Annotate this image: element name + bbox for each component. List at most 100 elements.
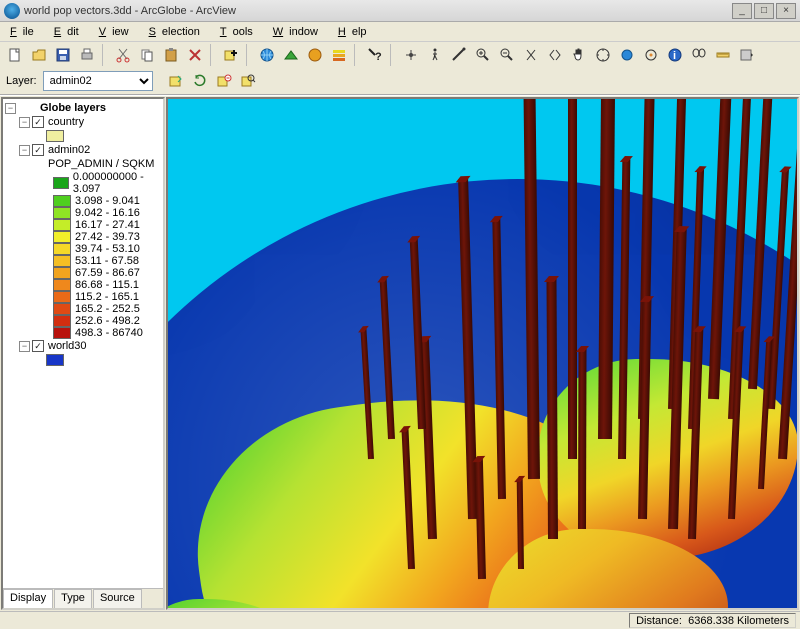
main-area: − Globe layers −country−admin02POP_ADMIN…: [0, 95, 800, 611]
tools-dropdown-icon[interactable]: [736, 44, 758, 66]
paste-icon[interactable]: [160, 44, 182, 66]
menu-window[interactable]: Window: [267, 24, 330, 40]
maximize-button[interactable]: □: [754, 3, 774, 19]
menu-view[interactable]: View: [93, 24, 141, 40]
population-bar: [380, 279, 395, 439]
expander-icon[interactable]: −: [19, 145, 30, 156]
class-swatch: [53, 279, 71, 291]
zoom-out-icon[interactable]: [496, 44, 518, 66]
tab-type[interactable]: Type: [54, 589, 92, 608]
tab-display[interactable]: Display: [3, 589, 53, 608]
full-extent-icon[interactable]: [616, 44, 638, 66]
expander-icon[interactable]: −: [19, 117, 30, 128]
population-bar: [522, 97, 540, 479]
population-bar: [410, 239, 426, 429]
find-icon[interactable]: [688, 44, 710, 66]
menu-edit[interactable]: Edit: [48, 24, 91, 40]
class-range: 3.098 - 9.041: [75, 195, 140, 207]
class-range: 0.000000000 - 3.097: [73, 171, 161, 195]
tab-source[interactable]: Source: [93, 589, 142, 608]
title-bar: world pop vectors.3dd - ArcGlobe - ArcVi…: [0, 0, 800, 22]
minimize-button[interactable]: _: [732, 3, 752, 19]
population-bar: [360, 329, 374, 459]
expander-icon[interactable]: −: [5, 103, 16, 114]
toc-panel: − Globe layers −country−admin02POP_ADMIN…: [1, 97, 165, 610]
layer-name[interactable]: world30: [46, 340, 87, 352]
new-icon[interactable]: [4, 44, 26, 66]
expander-icon[interactable]: −: [19, 341, 30, 352]
svg-text:?: ?: [375, 51, 382, 63]
narrow-fov-icon[interactable]: [520, 44, 542, 66]
class-swatch: [53, 303, 71, 315]
toc-tree[interactable]: − Globe layers −country−admin02POP_ADMIN…: [3, 99, 163, 588]
help-icon[interactable]: ?: [364, 44, 386, 66]
pan-icon[interactable]: [568, 44, 590, 66]
class-swatch: [53, 315, 71, 327]
menu-file[interactable]: File: [4, 24, 46, 40]
class-range: 9.042 - 16.16: [75, 207, 140, 219]
copy-icon[interactable]: [136, 44, 158, 66]
menu-tools[interactable]: Tools: [214, 24, 265, 40]
set-source-icon[interactable]: [165, 70, 187, 92]
layer-name[interactable]: country: [46, 116, 84, 128]
add-data-icon[interactable]: [220, 44, 242, 66]
refresh-icon[interactable]: [189, 70, 211, 92]
population-bar: [758, 339, 772, 489]
close-button[interactable]: ×: [776, 3, 796, 19]
measure-icon[interactable]: [712, 44, 734, 66]
fly-icon[interactable]: [400, 44, 422, 66]
delete-icon[interactable]: [184, 44, 206, 66]
class-range: 16.17 - 27.41: [75, 219, 140, 231]
print-icon[interactable]: [76, 44, 98, 66]
toolbars: ? i Layer: admin02: [0, 42, 800, 95]
field-label: POP_ADMIN / SQKM: [46, 158, 154, 170]
class-swatch: [53, 291, 71, 303]
class-swatch: [53, 207, 71, 219]
identify-icon[interactable]: i: [664, 44, 686, 66]
open-icon[interactable]: [28, 44, 50, 66]
cut-icon[interactable]: [112, 44, 134, 66]
zoom-in-icon[interactable]: [472, 44, 494, 66]
class-range: 498.3 - 86740: [75, 327, 143, 339]
class-range: 39.74 - 53.10: [75, 243, 140, 255]
save-icon[interactable]: [52, 44, 74, 66]
catalog-icon[interactable]: [328, 44, 350, 66]
layer-swatch: [46, 130, 64, 142]
walk-icon[interactable]: [424, 44, 446, 66]
layer-select[interactable]: admin02: [43, 71, 153, 91]
layer-name[interactable]: admin02: [46, 144, 90, 156]
class-range: 53.11 - 67.58: [75, 255, 139, 267]
layer-toolbar: Layer: admin02: [0, 68, 800, 94]
class-swatch: [53, 255, 71, 267]
toc-tabs: Display Type Source: [3, 588, 163, 608]
menu-help[interactable]: Help: [332, 24, 379, 40]
navigate-icon[interactable]: [592, 44, 614, 66]
widen-fov-icon[interactable]: [544, 44, 566, 66]
menu-bar: File Edit View Selection Tools Window He…: [0, 22, 800, 42]
extruded-bars: [168, 99, 797, 608]
zoom-to-layer-icon[interactable]: [237, 70, 259, 92]
layer-checkbox[interactable]: [32, 116, 44, 128]
population-bar: [598, 97, 617, 439]
class-swatch: [53, 327, 71, 339]
status-bar: Distance: 6368.338 Kilometers: [0, 611, 800, 629]
layer-checkbox[interactable]: [32, 340, 44, 352]
layer-label: Layer:: [4, 75, 41, 87]
population-bar: [578, 349, 587, 529]
arcmap-icon[interactable]: [304, 44, 326, 66]
menu-selection[interactable]: Selection: [143, 24, 212, 40]
scene-icon[interactable]: [280, 44, 302, 66]
population-bar: [475, 459, 486, 579]
class-swatch: [53, 177, 69, 189]
layer-checkbox[interactable]: [32, 144, 44, 156]
population-bar: [517, 479, 524, 569]
target-icon[interactable]: [448, 44, 470, 66]
globe-icon[interactable]: [256, 44, 278, 66]
population-bar: [618, 159, 630, 459]
clear-selection-icon[interactable]: [213, 70, 235, 92]
standard-toolbar: ? i: [0, 42, 800, 68]
class-range: 27.42 - 39.73: [75, 231, 140, 243]
globe-viewport[interactable]: [166, 97, 799, 610]
center-icon[interactable]: [640, 44, 662, 66]
window-buttons: _ □ ×: [732, 3, 796, 19]
